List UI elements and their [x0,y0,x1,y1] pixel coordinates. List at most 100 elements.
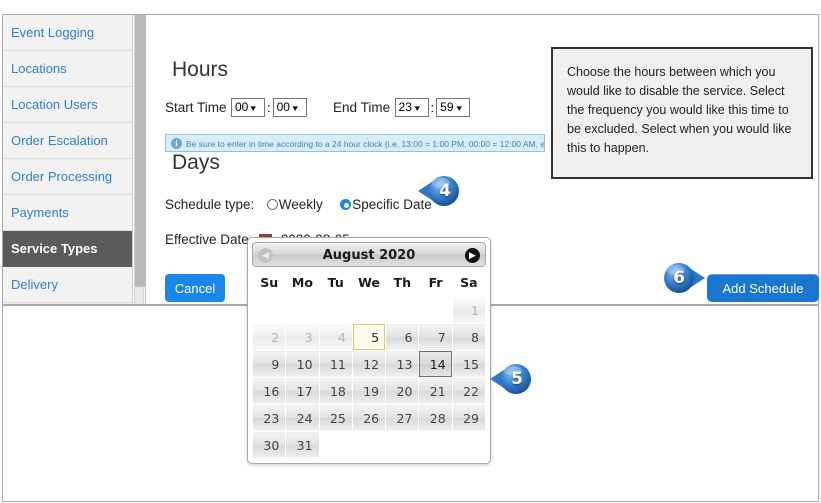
datepicker-cell [286,297,318,323]
sidebar-item-label: Payments [11,205,69,220]
weekday-header: Th [393,275,411,290]
start-hour-select[interactable]: 00 ▾ [230,98,265,117]
next-month-icon[interactable]: ▶ [465,248,480,263]
start-time-label: Start Time [165,100,227,115]
datepicker-cell: 26 [352,405,386,431]
datepicker-day[interactable]: 17 [286,378,319,404]
datepicker-day[interactable]: 10 [286,351,319,377]
specific-date-radio[interactable] [340,199,352,211]
datepicker-day-disabled: 4 [319,324,352,350]
prev-month-icon[interactable]: ◀ [258,248,273,263]
schedule-type-label: Schedule type: [165,197,255,213]
chevron-down-icon: ▾ [250,103,257,113]
datepicker-cell: 30 [253,432,286,458]
datepicker-day[interactable]: 24 [286,405,319,431]
datepicker-cell: 10 [286,351,319,377]
datepicker-day[interactable]: 8 [452,324,485,350]
sidebar-item-delivery[interactable]: Delivery [3,267,132,303]
datepicker-day-empty [419,432,451,458]
chevron-down-icon: ▾ [414,103,420,113]
datepicker[interactable]: ◀ August 2020 ▶ Su Mo Tu We Th Fr Sa 12 3… [247,237,491,464]
days-section-title: Days [172,151,220,174]
datepicker-day[interactable]: 9 [253,351,286,377]
datepicker-weekday-row: Su Mo Tu We Th Fr Sa [253,270,485,296]
datepicker-cell: 19 [352,378,386,404]
add-schedule-button[interactable]: Add Schedule [707,274,819,302]
datepicker-cell: 6 [386,324,419,350]
info-banner: i Be sure to enter in time according to a… [165,134,545,152]
sidebar-item-location-users[interactable]: Location Users [3,87,132,123]
datepicker-cell [453,432,485,458]
datepicker-day[interactable]: 19 [352,378,386,404]
end-time-colon: : [430,100,435,115]
sidebar-item-locations[interactable]: Locations [3,51,132,87]
datepicker-cell [320,297,352,323]
info-banner-text: Be sure to enter in time according to a … [186,138,545,149]
effective-date-label: Effective Date [165,232,249,248]
chevron-down-icon: ▾ [455,103,462,113]
sidebar-item-order-escalation[interactable]: Order Escalation [3,123,132,159]
datepicker-day[interactable]: 26 [352,405,386,431]
start-minute-select[interactable]: 00 ▾ [272,98,307,117]
cancel-button[interactable]: Cancel [165,274,225,302]
datepicker-day-disabled: 3 [286,324,319,350]
datepicker-day[interactable]: 23 [253,405,286,431]
page-bottom-border [2,501,819,502]
datepicker-day-disabled: 2 [253,324,286,350]
datepicker-cell [419,297,451,323]
datepicker-cell [353,432,385,458]
datepicker-cell [386,297,418,323]
datepicker-day[interactable]: 29 [452,405,485,431]
sidebar-scrollbar[interactable] [134,15,145,304]
sidebar-scrollbar-thumb[interactable] [135,15,145,287]
sidebar-item-event-logging[interactable]: Event Logging [3,15,132,51]
datepicker-week-row: 16 17 18 19 20 21 22 [253,378,485,404]
datepicker-day[interactable]: 16 [253,378,286,404]
sidebar-item-label: Location Users [11,97,98,112]
sidebar-item-payments[interactable]: Payments [3,195,132,231]
end-time-label: End Time [333,100,391,115]
datepicker-day-empty [386,432,418,458]
datepicker-cell: 25 [319,405,352,431]
datepicker-day[interactable]: 7 [419,324,452,350]
datepicker-cell [419,432,451,458]
datepicker-day[interactable]: 31 [286,432,319,458]
datepicker-day-empty [253,297,285,323]
datepicker-day[interactable]: 28 [419,405,452,431]
datepicker-title: August 2020 [322,248,416,263]
datepicker-day[interactable]: 6 [386,324,419,350]
datepicker-day-selected[interactable]: 5 [352,324,386,350]
datepicker-day[interactable]: 20 [386,378,419,404]
schedule-type-row: Schedule type: Weekly Specific Date [165,196,445,214]
datepicker-day[interactable]: 22 [452,378,485,404]
datepicker-cell: 16 [253,378,286,404]
datepicker-header: ◀ August 2020 ▶ [252,242,486,267]
datepicker-cell [320,432,352,458]
datepicker-day[interactable]: 13 [386,351,419,377]
datepicker-day-empty [353,297,385,323]
datepicker-day[interactable]: 25 [319,405,352,431]
settings-sidebar: Event Logging Locations Location Users O… [3,15,133,304]
datepicker-cell: 13 [386,351,419,377]
datepicker-day[interactable]: 15 [452,351,485,377]
datepicker-day[interactable]: 27 [386,405,419,431]
sidebar-item-label: Order Processing [11,169,113,184]
datepicker-day[interactable]: 30 [253,432,286,458]
datepicker-cell: 4 [319,324,352,350]
datepicker-cell: 5 [352,324,386,350]
end-minute-select[interactable]: 59 ▾ [436,98,471,117]
datepicker-day[interactable]: 18 [319,378,352,404]
weekly-radio[interactable] [266,199,278,211]
datepicker-cell: 15 [452,351,485,377]
sidebar-item-service-types[interactable]: Service Types [3,231,132,267]
datepicker-cell: 27 [386,405,419,431]
datepicker-day[interactable]: 11 [319,351,352,377]
end-hour-select[interactable]: 23 ▾ [394,98,429,117]
datepicker-day-hover[interactable]: 14 [419,351,452,377]
datepicker-cell: 18 [319,378,352,404]
weekday-header: Sa [460,275,478,290]
datepicker-day[interactable]: 21 [419,378,452,404]
weekday-header: Tu [327,275,344,290]
datepicker-day[interactable]: 12 [352,351,386,377]
sidebar-item-order-processing[interactable]: Order Processing [3,159,132,195]
